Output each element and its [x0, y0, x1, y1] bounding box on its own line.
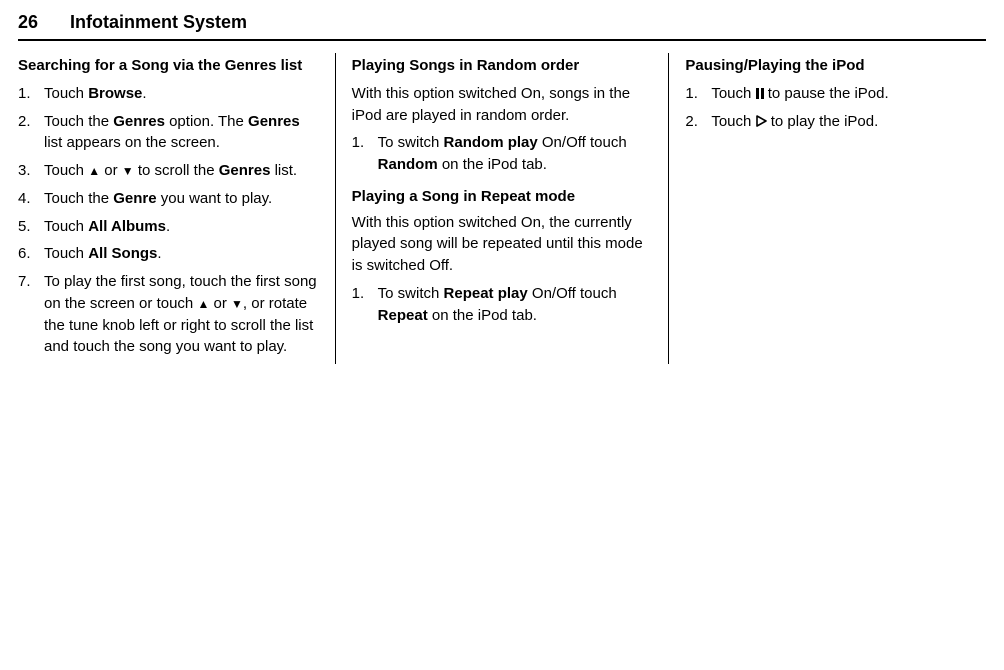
list-item: Touch to pause the iPod. [685, 83, 986, 105]
col2-heading2: Playing a Song in Repeat mode [352, 186, 653, 208]
col2-list1: To switch Random play On/Off touch Rando… [352, 132, 653, 176]
col1-steps: Touch Browse. Touch the Genres option. T… [18, 83, 319, 358]
list-item: Touch the Genres option. The Genres list… [18, 111, 319, 155]
col2-list2: To switch Repeat play On/Off touch Repea… [352, 283, 653, 327]
play-icon [756, 113, 767, 130]
column-3: Pausing/Playing the iPod Touch to pause … [669, 53, 986, 364]
up-triangle-icon: ▲ [88, 163, 100, 180]
list-item: Touch All Songs. [18, 243, 319, 265]
col2-para1: With this option switched On, songs in t… [352, 83, 653, 127]
list-item: Touch All Albums. [18, 216, 319, 238]
down-triangle-icon: ▼ [231, 296, 243, 313]
col1-heading: Searching for a Song via the Genres list [18, 55, 319, 77]
list-item: To play the first song, touch the first … [18, 271, 319, 358]
col2-heading1: Playing Songs in Random order [352, 55, 653, 77]
list-item: To switch Random play On/Off touch Rando… [352, 132, 653, 176]
list-item: Touch Browse. [18, 83, 319, 105]
col3-heading: Pausing/Playing the iPod [685, 55, 986, 77]
up-triangle-icon: ▲ [197, 296, 209, 313]
list-item: Touch to play the iPod. [685, 111, 986, 133]
list-item: Touch the Genre you want to play. [18, 188, 319, 210]
pause-icon [756, 88, 764, 99]
column-2: Playing Songs in Random order With this … [336, 53, 670, 364]
list-item: To switch Repeat play On/Off touch Repea… [352, 283, 653, 327]
col2-para2: With this option switched On, the curren… [352, 212, 653, 277]
column-1: Searching for a Song via the Genres list… [18, 53, 336, 364]
page-title: Infotainment System [70, 12, 247, 33]
page-header: 26 Infotainment System [18, 12, 986, 41]
content-columns: Searching for a Song via the Genres list… [18, 53, 986, 364]
page-number: 26 [18, 12, 38, 33]
list-item: Touch ▲ or ▼ to scroll the Genres list. [18, 160, 319, 182]
col3-steps: Touch to pause the iPod. Touch to play t… [685, 83, 986, 133]
down-triangle-icon: ▼ [122, 163, 134, 180]
